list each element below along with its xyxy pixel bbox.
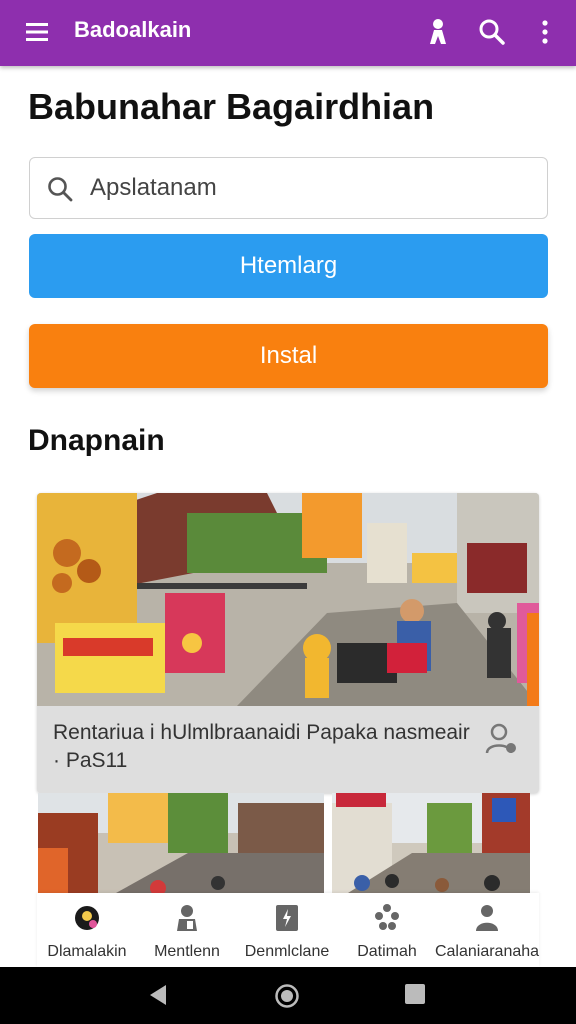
- thumbnail-image[interactable]: [332, 793, 530, 903]
- nav-item-download[interactable]: Denmlclane: [237, 893, 337, 967]
- home-circle-icon[interactable]: [274, 983, 300, 1009]
- install-button[interactable]: Instal: [29, 324, 548, 388]
- search-box[interactable]: [29, 157, 548, 219]
- search-input[interactable]: [90, 168, 530, 208]
- nav-item-mentlenn[interactable]: Mentlenn: [137, 893, 237, 967]
- nav-label: Calaniaranaha: [434, 943, 540, 960]
- thumbnail-image[interactable]: [38, 793, 324, 903]
- nav-item-account[interactable]: Calaniaranaha: [435, 893, 539, 967]
- app-title: Badoalkain: [74, 17, 192, 42]
- featured-card[interactable]: Rentariua i hUlmlbraanaidi Papaka nasmea…: [37, 493, 539, 793]
- menu-icon[interactable]: [24, 20, 52, 44]
- back-icon[interactable]: [146, 983, 170, 1007]
- bottom-navigation: Dlamalakin Mentlenn Denmlclane Datimah C…: [37, 893, 539, 967]
- featured-caption: Rentariua i hUlmlbraanaidi Papaka nasmea…: [53, 721, 470, 772]
- nav-label: Mentlenn: [154, 943, 220, 960]
- share-person-icon[interactable]: [483, 721, 519, 757]
- market-thumbnail-photo: [332, 793, 530, 903]
- market-thumbnail-photo: [38, 793, 324, 903]
- nav-label: Dlamalakin: [47, 943, 127, 960]
- street-market-photo: [37, 493, 539, 706]
- search-icon: [48, 177, 73, 202]
- app-bar: Badoalkain: [0, 0, 576, 66]
- download-icon: [276, 905, 298, 931]
- system-navigation-bar: [0, 967, 576, 1024]
- nav-item-datimah[interactable]: Datimah: [337, 893, 437, 967]
- search-icon[interactable]: [476, 16, 508, 48]
- user-icon: [177, 905, 197, 931]
- nav-label: Datimah: [357, 943, 417, 960]
- section-title: Dnapnain: [28, 424, 165, 457]
- person-icon[interactable]: [422, 16, 454, 48]
- group-icon: [375, 904, 399, 930]
- more-vert-icon[interactable]: [529, 16, 561, 48]
- nav-label: Denmlclane: [244, 943, 330, 960]
- nav-item-home[interactable]: Dlamalakin: [37, 893, 137, 967]
- account-icon: [476, 905, 498, 931]
- recents-icon[interactable]: [404, 983, 426, 1005]
- primary-button[interactable]: Htemlarg: [29, 234, 548, 298]
- page-title: Babunahar Bagairdhian: [28, 86, 435, 127]
- home-icon: [75, 906, 99, 930]
